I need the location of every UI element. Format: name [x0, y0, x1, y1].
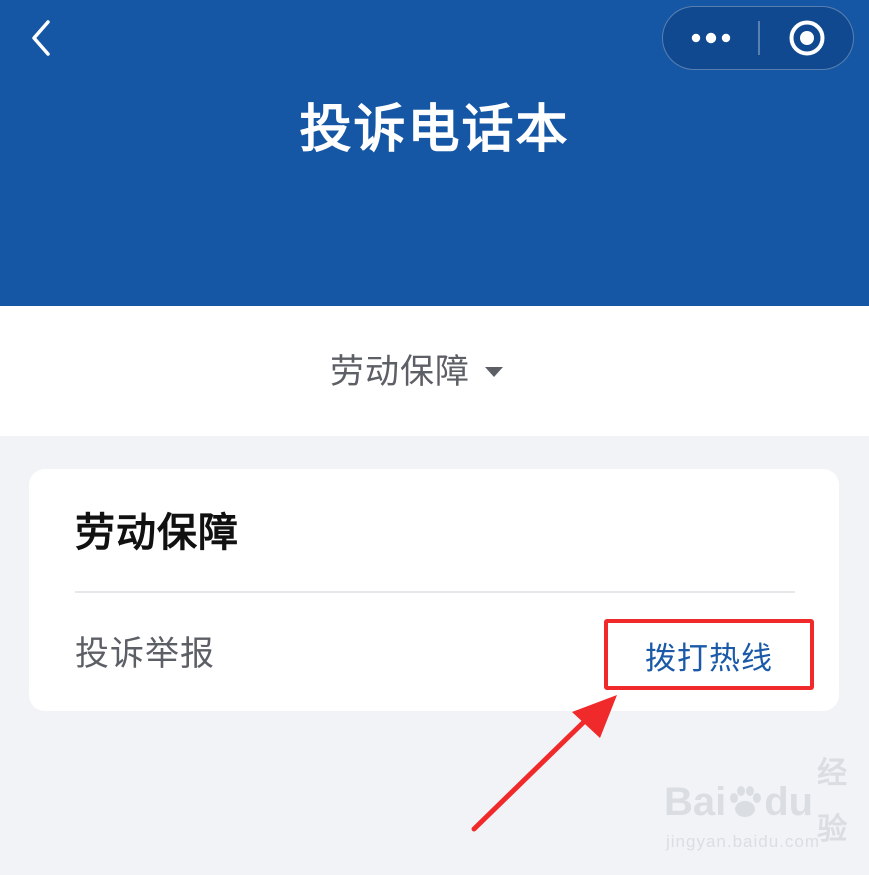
more-dots-icon [691, 32, 731, 43]
watermark-brand-right: du [764, 780, 814, 824]
baidu-jingyan-watermark: Bai du 经验 jingyan.baidu.com [664, 756, 847, 860]
close-mini-program-button[interactable] [760, 7, 854, 68]
watermark-url: jingyan.baidu.com [666, 832, 821, 851]
category-dropdown[interactable]: 劳动保障 [330, 342, 504, 402]
page-title: 投诉电话本 [299, 100, 570, 160]
watermark-brand-left: Bai [664, 780, 727, 824]
caret-down-icon [484, 366, 504, 378]
mini-program-capsule [662, 6, 854, 70]
category-card: 劳动保障 投诉举报 拨打热线 [29, 469, 839, 711]
card-divider [75, 591, 795, 593]
header-bar: 投诉电话本 [0, 0, 869, 306]
more-button[interactable] [663, 7, 759, 68]
watermark-brand-cn: 经验 [817, 756, 848, 847]
call-hotline-button[interactable]: 拨打热线 [607, 621, 811, 689]
target-icon [789, 20, 825, 55]
back-button[interactable] [18, 16, 62, 60]
category-dropdown-label: 劳动保障 [330, 352, 470, 392]
card-title: 劳动保障 [75, 510, 239, 556]
watermark-logo: Bai du 经验 [664, 756, 847, 847]
complaint-row-label: 投诉举报 [75, 634, 215, 674]
chevron-left-icon [32, 20, 50, 56]
category-selector-bar: 劳动保障 [0, 306, 869, 436]
paw-icon [728, 784, 762, 820]
